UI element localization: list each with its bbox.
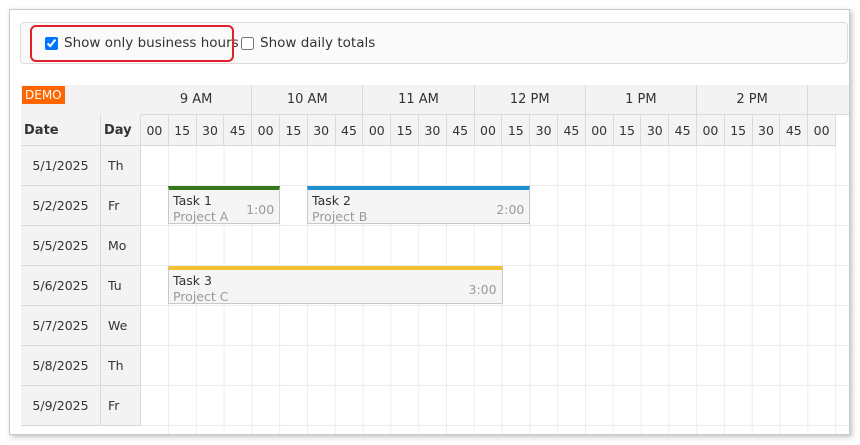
row-date: 5/8/2025 xyxy=(21,346,101,386)
event-project: Project A xyxy=(173,209,229,224)
scheduler-grid: DEMO Date Day 9 AM 10 AM 11 AM 12 PM 1 PM 2 P… xyxy=(21,85,849,434)
hour-header: 9 AM xyxy=(141,85,253,115)
event-duration: 1:00 xyxy=(246,202,275,217)
hour-header: 1 PM xyxy=(585,85,697,115)
minute-header: 30 xyxy=(641,115,670,146)
minute-header: 00 xyxy=(697,115,725,146)
minute-header: 30 xyxy=(307,115,336,146)
row-day: Fr xyxy=(101,186,141,226)
minute-header: 45 xyxy=(558,115,586,146)
hour-header: 12 PM xyxy=(474,85,586,115)
row-date: 5/6/2025 xyxy=(21,266,101,306)
demo-badge: DEMO xyxy=(22,86,65,104)
hour-header xyxy=(808,85,849,115)
minute-header: 00 xyxy=(585,115,614,146)
row-day: Th xyxy=(101,146,141,186)
row-day: Th xyxy=(101,346,141,386)
minute-header: 00 xyxy=(808,115,836,146)
event-title: Task 2 xyxy=(312,193,351,208)
date-column-header: Date xyxy=(21,115,101,146)
minute-header: 30 xyxy=(752,115,781,146)
minute-header: 15 xyxy=(724,115,753,146)
row-day: Mo xyxy=(101,226,141,266)
minute-header: 45 xyxy=(335,115,364,146)
minute-header: 15 xyxy=(391,115,419,146)
event-duration: 2:00 xyxy=(496,202,525,217)
row-date: 5/1/2025 xyxy=(21,146,101,186)
row-day: We xyxy=(101,306,141,346)
scheduler-frame: Show only business hours Show daily tota… xyxy=(9,9,850,435)
daily-totals-label: Show daily totals xyxy=(260,35,376,51)
row-day: Fr xyxy=(101,386,141,426)
minute-header: 00 xyxy=(252,115,280,146)
minute-header: 15 xyxy=(613,115,642,146)
minute-header: 15 xyxy=(502,115,531,146)
minute-header: 00 xyxy=(474,115,503,146)
minute-header: 30 xyxy=(196,115,225,146)
minute-header: 15 xyxy=(168,115,197,146)
hour-header: 10 AM xyxy=(252,85,364,115)
minute-header: 30 xyxy=(419,115,447,146)
row-day: Tu xyxy=(101,266,141,306)
minute-header: 15 xyxy=(280,115,308,146)
event-title: Task 3 xyxy=(173,273,212,288)
event-title: Task 1 xyxy=(173,193,212,208)
business-hours-highlight xyxy=(30,25,234,62)
row-date: 5/2/2025 xyxy=(21,186,101,226)
daily-totals-option[interactable]: Show daily totals xyxy=(241,23,375,63)
day-column-header: Day xyxy=(101,115,141,146)
hour-header: 11 AM xyxy=(363,85,475,115)
row-date: 5/5/2025 xyxy=(21,226,101,266)
corner-cell: DEMO xyxy=(21,85,142,116)
minute-header: 30 xyxy=(530,115,558,146)
row-date: 5/7/2025 xyxy=(21,306,101,346)
minute-header: 45 xyxy=(780,115,809,146)
hour-header: 2 PM xyxy=(697,85,809,115)
minute-header: 45 xyxy=(224,115,253,146)
event-task-1[interactable]: Task 1 Project A 1:00 xyxy=(168,186,281,224)
minute-header: 00 xyxy=(363,115,392,146)
minute-header: 45 xyxy=(446,115,475,146)
event-task-3[interactable]: Task 3 Project C 3:00 xyxy=(168,266,503,304)
event-task-2[interactable]: Task 2 Project B 2:00 xyxy=(307,186,531,224)
row-date: 5/9/2025 xyxy=(21,386,101,426)
event-project: Project C xyxy=(173,289,229,304)
minute-header: 00 xyxy=(141,115,169,146)
minute-header: 45 xyxy=(669,115,697,146)
daily-totals-checkbox[interactable] xyxy=(241,36,254,50)
event-duration: 3:00 xyxy=(468,282,497,297)
event-project: Project B xyxy=(312,209,368,224)
